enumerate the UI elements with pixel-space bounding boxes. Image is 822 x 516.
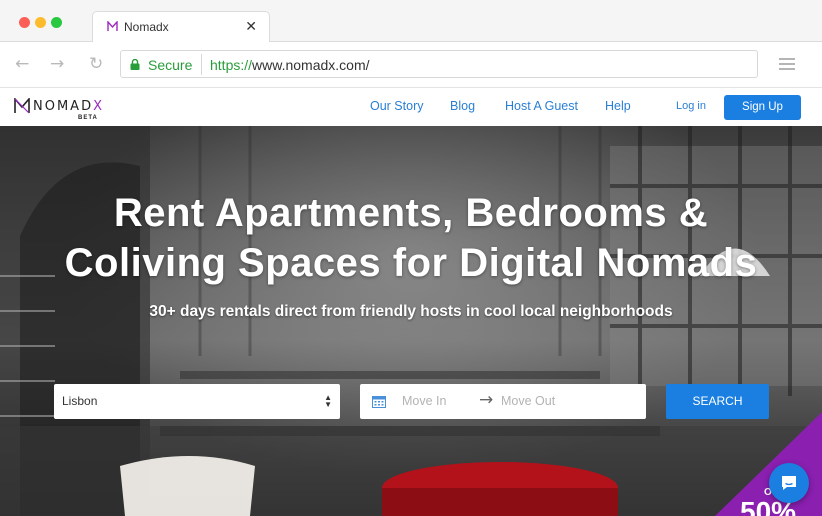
date-range-picker[interactable]: Move In → Move Out (360, 384, 646, 419)
lock-icon (130, 59, 140, 70)
sign-up-button[interactable]: Sign Up (724, 95, 801, 120)
nav-host-a-guest[interactable]: Host A Guest (505, 99, 578, 113)
city-select-value: Lisbon (62, 394, 98, 408)
site-header: NOMADX BETA Our Story Blog Host A Guest … (0, 89, 822, 126)
logo-wordmark: NOMADX (33, 99, 104, 114)
hero-section: Rent Apartments, Bedrooms & Coliving Spa… (0, 126, 822, 516)
login-link[interactable]: Log in (676, 100, 706, 112)
nav-our-story[interactable]: Our Story (370, 99, 424, 113)
address-bar[interactable]: Secure https://www.nomadx.com/ (120, 50, 758, 78)
tab-title: Nomadx (124, 20, 169, 34)
arrow-right-icon: → (479, 390, 494, 410)
url-text[interactable]: https://www.nomadx.com/ (210, 57, 370, 73)
hero-title-line-1: Rent Apartments, Bedrooms & (113, 191, 709, 235)
browser-tab[interactable]: Nomadx ✕ (92, 11, 270, 43)
select-arrows-icon: ▲ ▼ (324, 393, 332, 409)
hero-title-line-2: Coliving Spaces for Digital Nomads (64, 241, 758, 285)
logo-x: X (93, 99, 104, 114)
nomadx-logo-mark-icon (14, 98, 30, 114)
nav-blog[interactable]: Blog (450, 99, 475, 113)
hero-subtitle: 30+ days rentals direct from friendly ho… (149, 303, 673, 320)
hero-background-image (0, 126, 822, 516)
move-in-input[interactable]: Move In (402, 394, 446, 408)
back-arrow-icon[interactable]: ← (15, 54, 29, 74)
chat-button[interactable] (769, 463, 809, 503)
calendar-icon (372, 396, 386, 408)
maximize-window-button[interactable] (51, 17, 62, 28)
minimize-window-button[interactable] (35, 17, 46, 28)
secure-label: Secure (148, 57, 193, 73)
move-out-input[interactable]: Move Out (501, 394, 555, 408)
browser-toolbar: ← → ↻ Secure https://www.nomadx.com/ (0, 42, 822, 88)
reload-icon[interactable]: ↻ (89, 54, 103, 74)
hero-title: Rent Apartments, Bedrooms & Coliving Spa… (0, 188, 822, 288)
nav-help[interactable]: Help (605, 99, 631, 113)
forward-arrow-icon[interactable]: → (50, 54, 64, 74)
nomadx-favicon-icon (107, 21, 118, 31)
logo-word: NOMAD (33, 99, 94, 114)
url-host: www.nomadx.com/ (252, 57, 370, 73)
nomadx-logo[interactable]: NOMADX BETA (14, 97, 104, 121)
browser-window: Nomadx ✕ ← → ↻ Secure https://www.nomadx… (0, 0, 822, 516)
title-bar: Nomadx ✕ (0, 0, 822, 43)
url-divider (201, 54, 202, 75)
logo-beta-badge: BETA (78, 115, 98, 121)
chat-bubble-icon (782, 476, 796, 490)
close-window-button[interactable] (19, 17, 30, 28)
hamburger-menu-icon[interactable] (779, 58, 795, 70)
city-select[interactable]: Lisbon ▲ ▼ (54, 384, 340, 419)
tab-close-icon[interactable]: ✕ (245, 19, 257, 35)
url-scheme: https:// (210, 57, 253, 73)
